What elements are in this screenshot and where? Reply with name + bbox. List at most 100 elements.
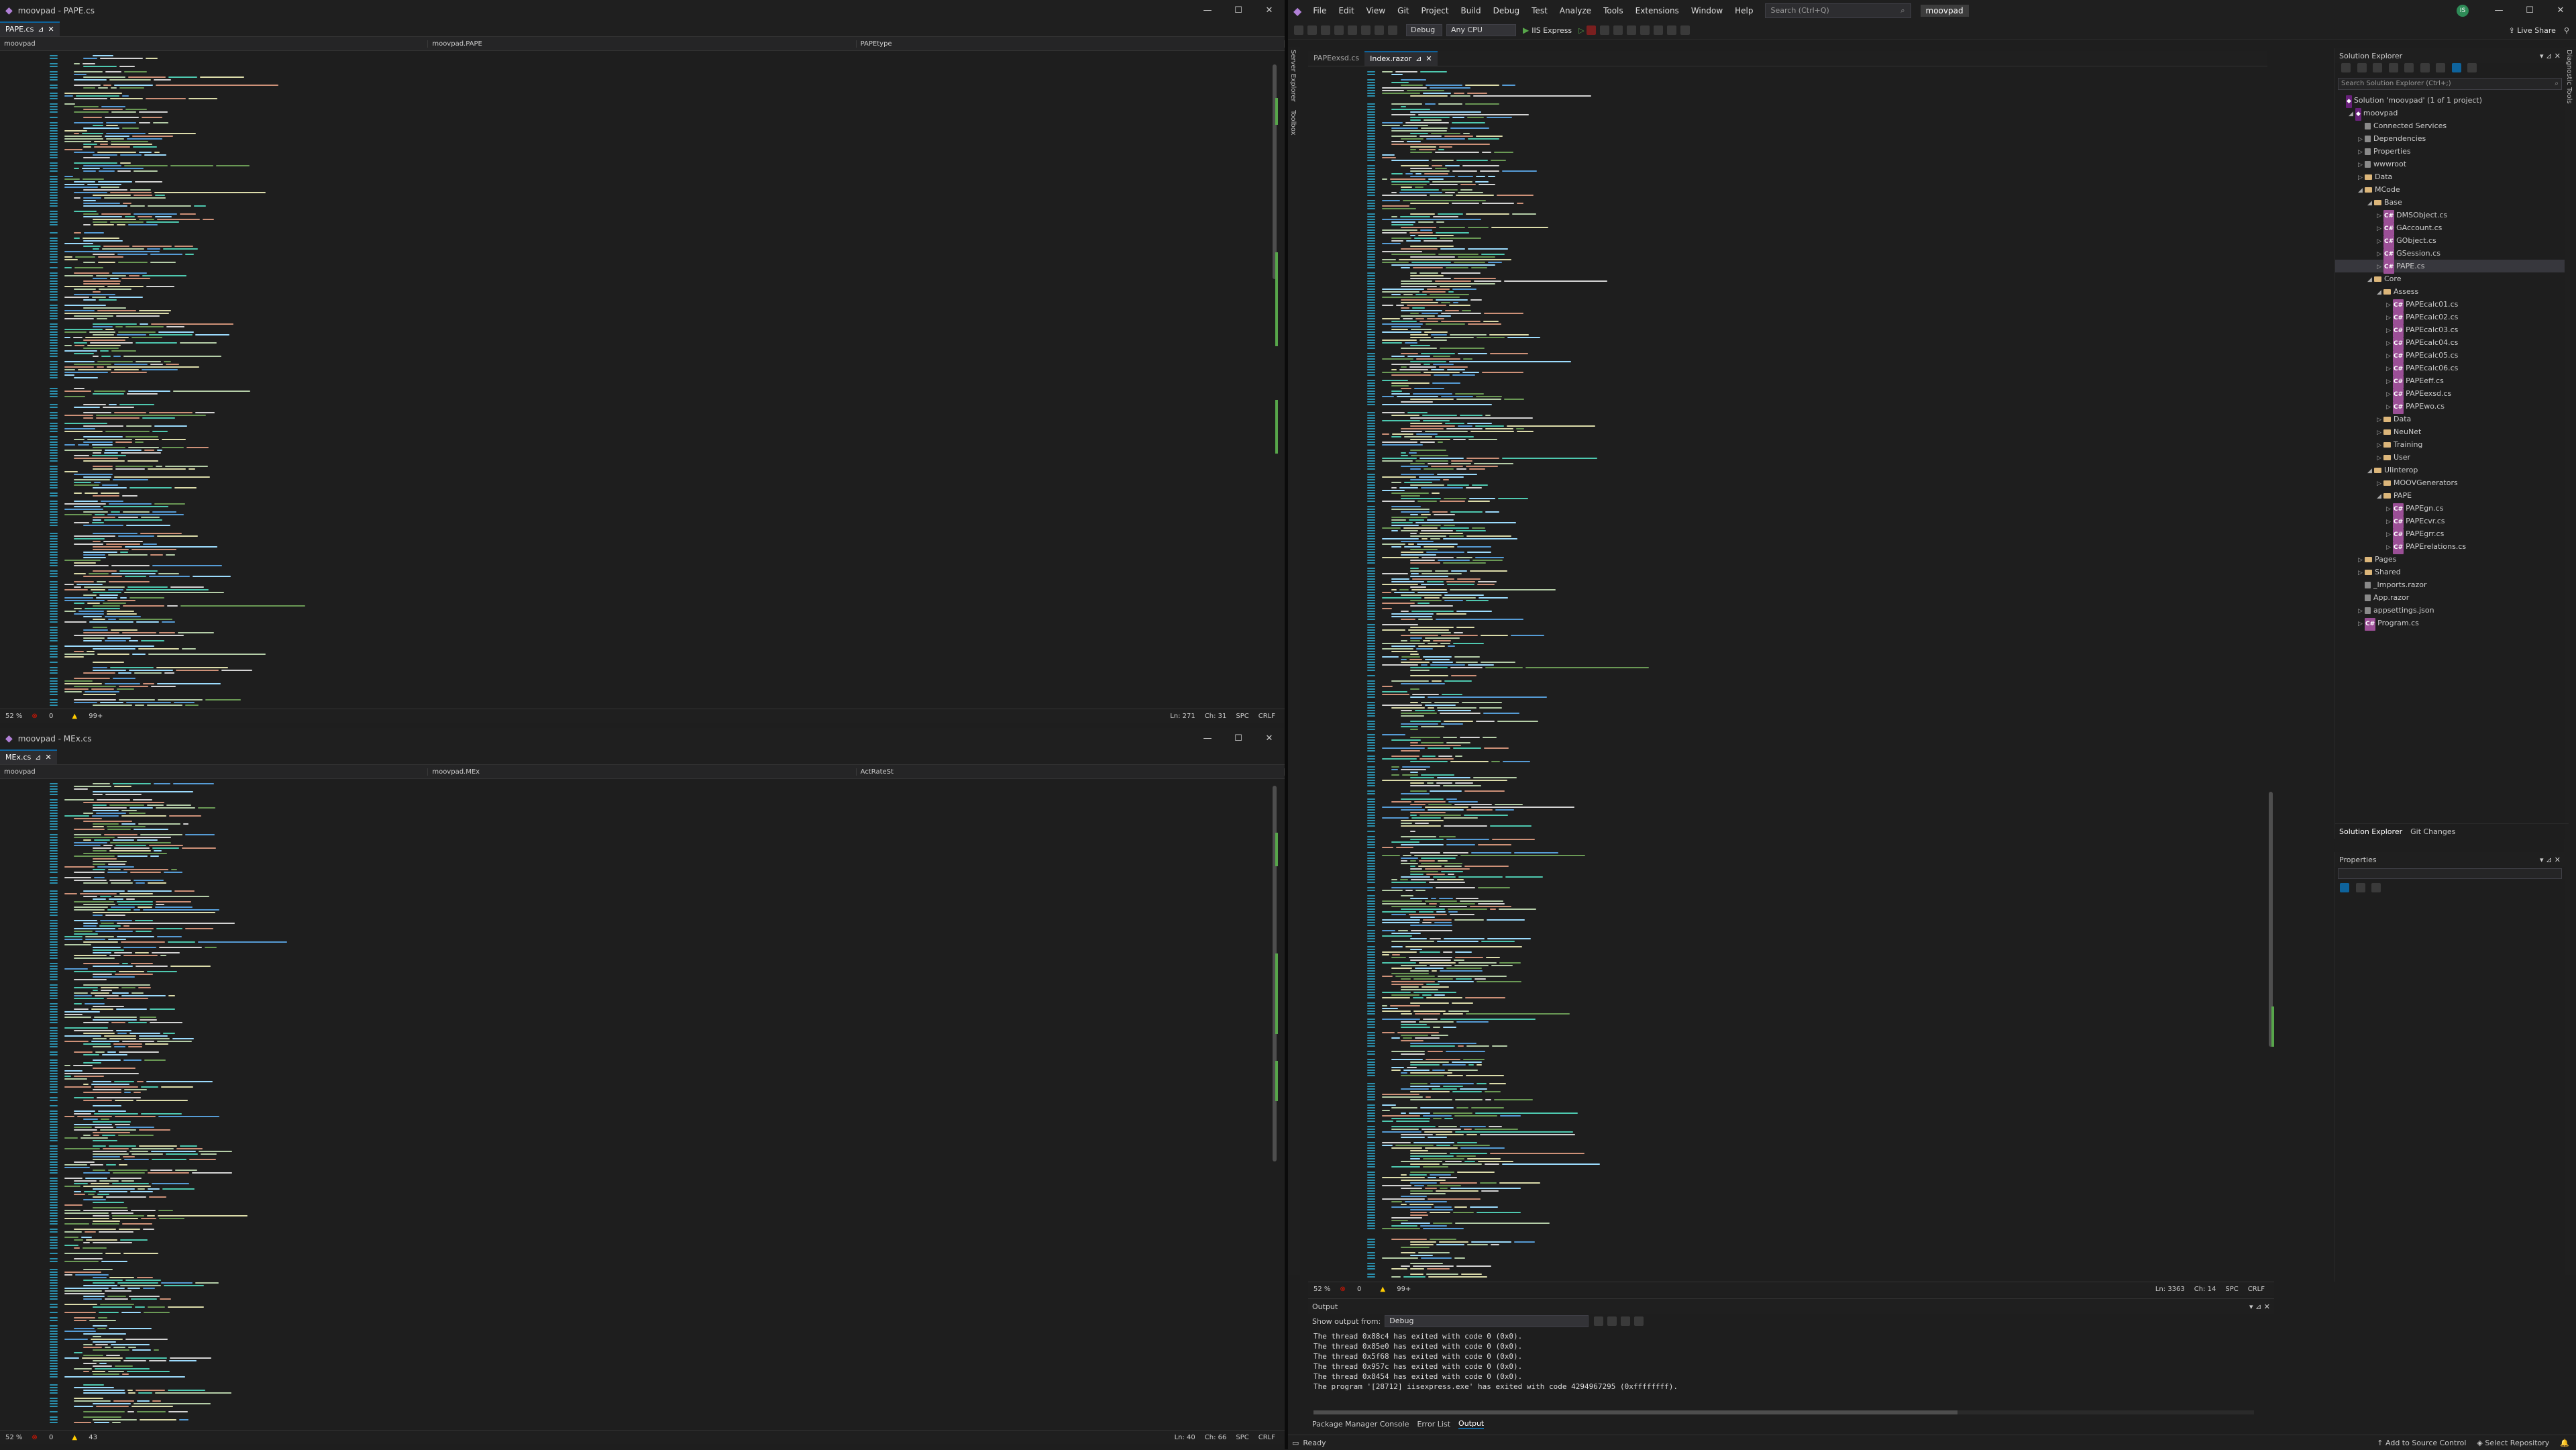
expanded-arrow-icon[interactable]: ◢	[2377, 490, 2383, 503]
global-search-input[interactable]: Search (Ctrl+Q) ⌕	[1764, 3, 1911, 18]
tab-mex-cs[interactable]: MEx.cs ⊿ ✕	[0, 749, 57, 764]
forward-icon[interactable]	[1307, 25, 1317, 35]
tree-item[interactable]: ▷ NeuNet	[2335, 425, 2565, 438]
left-top-titlebar[interactable]: ◆ moovpad - PAPE.cs — ☐ ✕	[0, 0, 1285, 21]
tree-item[interactable]: ▷ Shared	[2335, 566, 2565, 578]
expanded-arrow-icon[interactable]: ◢	[2367, 197, 2374, 210]
bookmark-icon[interactable]	[1653, 25, 1663, 35]
toolbar-misc-icon[interactable]	[1626, 25, 1636, 35]
bookmark-icon[interactable]	[1666, 25, 1676, 35]
line-indicator[interactable]: Ln: 40	[1175, 1434, 1195, 1441]
menu-extensions[interactable]: Extensions	[1629, 0, 1685, 21]
pin-icon[interactable]: ⊿	[35, 751, 41, 764]
tree-item[interactable]: ▷ C# PAPEgrr.cs	[2335, 527, 2565, 541]
tree-item[interactable]: ▷ Dependencies	[2335, 132, 2565, 145]
line-ending-indicator[interactable]: CRLF	[1258, 1434, 1275, 1441]
menu-window[interactable]: Window	[1685, 0, 1729, 21]
menu-git[interactable]: Git	[1391, 0, 1415, 21]
menu-analyze[interactable]: Analyze	[1554, 0, 1597, 21]
toolbar-misc-icon[interactable]	[1640, 25, 1650, 35]
undo-icon[interactable]	[1375, 25, 1384, 35]
tree-item[interactable]: ▷ wwwroot	[2335, 158, 2565, 170]
line-ending-indicator[interactable]: CRLF	[2248, 1286, 2265, 1293]
maximize-icon[interactable]: ☐	[1223, 0, 1254, 21]
zoom-level[interactable]: 52 %	[5, 713, 22, 720]
output-source-dropdown[interactable]: Debug	[1385, 1315, 1589, 1327]
col-indicator[interactable]: Ch: 14	[2194, 1286, 2216, 1293]
tree-item[interactable]: ▷ C# PAPEexsd.cs	[2335, 387, 2565, 401]
error-count[interactable]: ⊗ 0	[1340, 1286, 1371, 1293]
start-without-debug-icon[interactable]: ▷	[1578, 26, 1584, 35]
nav-class-dropdown[interactable]: moovpad.PAPE	[428, 40, 857, 48]
sync-icon[interactable]	[2388, 63, 2398, 72]
properties-icon[interactable]	[2451, 63, 2461, 72]
close-icon[interactable]: ✕	[2545, 0, 2576, 21]
toolbar-misc-icon[interactable]	[1613, 25, 1623, 35]
code-editor-pape[interactable]	[0, 51, 1271, 709]
show-all-files-icon[interactable]	[2436, 63, 2445, 72]
refresh-icon[interactable]	[1599, 25, 1609, 35]
tree-item[interactable]: ▷ appsettings.json	[2335, 604, 2565, 617]
zoom-level[interactable]: 52 %	[5, 1434, 22, 1441]
back-icon[interactable]	[2341, 63, 2351, 72]
tree-item[interactable]: ◢ MCode	[2335, 183, 2565, 196]
tree-item[interactable]: ▷ Data	[2335, 413, 2565, 425]
main-vertical-scrollbar[interactable]	[2267, 67, 2274, 1282]
solution-search-input[interactable]: Search Solution Explorer (Ctrl+;) ⌕	[2338, 78, 2562, 90]
dropdown-icon[interactable]: ▾	[2540, 52, 2544, 60]
close-icon[interactable]: ✕	[2555, 52, 2561, 60]
word-wrap-icon[interactable]	[1634, 1316, 1644, 1326]
warning-count[interactable]: ▲ 99+	[1380, 1286, 1420, 1293]
nav-member-dropdown[interactable]: ActRateSt	[857, 768, 1285, 776]
tree-item[interactable]: ▷ Properties	[2335, 145, 2565, 158]
tab-output[interactable]: Output	[1458, 1419, 1485, 1429]
tree-item[interactable]: ◢ PAPE	[2335, 489, 2565, 502]
collapse-all-icon[interactable]	[2420, 63, 2430, 72]
tree-item[interactable]: ▷ Data	[2335, 170, 2565, 183]
tree-item[interactable]: ◢ UIinterop	[2335, 464, 2565, 476]
pin-icon[interactable]: ⊿	[2255, 1302, 2261, 1311]
tree-item[interactable]: ▷ User	[2335, 451, 2565, 464]
tab-git-changes[interactable]: Git Changes	[2410, 827, 2455, 836]
tree-item[interactable]: ▷ C# PAPEcalc06.cs	[2335, 362, 2565, 376]
dropdown-icon[interactable]: ▾	[2249, 1302, 2253, 1311]
tree-item[interactable]: ◆ Solution 'moovpad' (1 of 1 project)	[2335, 94, 2565, 108]
minimize-icon[interactable]: —	[2483, 0, 2514, 21]
tree-item[interactable]: App.razor	[2335, 591, 2565, 604]
tree-item[interactable]: Connected Services	[2335, 119, 2565, 132]
whitespace-indicator[interactable]: SPC	[1236, 1434, 1248, 1441]
expanded-arrow-icon[interactable]: ◢	[2377, 287, 2383, 299]
back-icon[interactable]	[1294, 25, 1303, 35]
tree-item[interactable]: ▷ C# PAPE.cs	[2335, 260, 2565, 274]
col-indicator[interactable]: Ch: 66	[1205, 1434, 1227, 1441]
tree-item[interactable]: ▷ C# PAPEcalc05.cs	[2335, 349, 2565, 363]
menu-project[interactable]: Project	[1415, 0, 1454, 21]
tree-item[interactable]: ▷ Pages	[2335, 553, 2565, 566]
menu-edit[interactable]: Edit	[1332, 0, 1360, 21]
tree-item[interactable]: ◢ Base	[2335, 196, 2565, 209]
maximize-icon[interactable]: ☐	[2514, 0, 2545, 21]
tree-item[interactable]: ▷ C# GSession.cs	[2335, 247, 2565, 261]
whitespace-indicator[interactable]: SPC	[2225, 1286, 2238, 1293]
select-repository-button[interactable]: ◈ Select Repository	[2477, 1439, 2549, 1447]
tree-item[interactable]: ▷ Training	[2335, 438, 2565, 451]
platform-dropdown[interactable]: Any CPU	[1446, 24, 1516, 36]
close-tab-icon[interactable]: ✕	[1426, 52, 1432, 66]
refresh-icon[interactable]	[2404, 63, 2414, 72]
clear-output-icon[interactable]	[1621, 1316, 1631, 1326]
tree-item[interactable]: ▷ C# PAPEwo.cs	[2335, 400, 2565, 414]
tab-papeexsd-cs[interactable]: PAPEexsd.cs	[1308, 51, 1364, 66]
zoom-level[interactable]: 52 %	[1313, 1286, 1330, 1293]
output-hscroll[interactable]	[1313, 1410, 2254, 1414]
tree-item[interactable]: _Imports.razor	[2335, 578, 2565, 591]
pin-icon[interactable]: ⊿	[1415, 52, 1421, 66]
tree-item[interactable]: ◢ Assess	[2335, 285, 2565, 298]
line-ending-indicator[interactable]: CRLF	[1258, 713, 1275, 720]
menu-help[interactable]: Help	[1729, 0, 1759, 21]
nav-class-dropdown[interactable]: moovpad.MEx	[428, 768, 857, 776]
error-count[interactable]: ⊗ 0	[32, 713, 62, 720]
open-icon[interactable]	[1334, 25, 1344, 35]
properties-object-dropdown[interactable]	[2338, 868, 2562, 879]
categorized-icon[interactable]	[2340, 883, 2349, 892]
config-dropdown[interactable]: Debug	[1406, 24, 1442, 36]
